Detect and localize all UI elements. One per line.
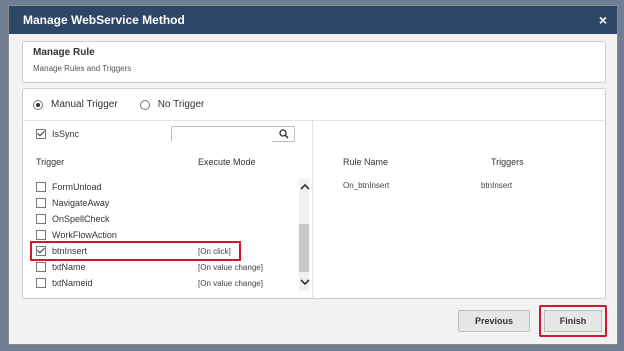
trigger-row-workflowaction[interactable]: WorkFlowAction xyxy=(36,227,298,243)
trigger-list-section: IsSync Trigger Execute Mode FormUnload N… xyxy=(23,121,313,299)
trigger-name: txtName xyxy=(52,262,86,272)
rules-section: Rule Name Triggers On_btnInsert btnInser… xyxy=(314,121,606,299)
radio-unselected-icon xyxy=(139,99,150,110)
rule-name-cell[interactable]: On_btnInsert xyxy=(343,181,389,190)
manage-webservice-dialog: Manage WebService Method × Manage Rule M… xyxy=(8,5,618,345)
trigger-row-onspellcheck[interactable]: OnSpellCheck xyxy=(36,211,298,227)
trigger-row-formunload[interactable]: FormUnload xyxy=(36,179,298,195)
checkbox-icon xyxy=(36,198,46,208)
execute-mode-column-header: Execute Mode xyxy=(198,157,256,167)
checkbox-icon xyxy=(36,262,46,272)
no-trigger-radio[interactable]: No Trigger xyxy=(139,99,205,110)
checkbox-icon xyxy=(36,230,46,240)
trigger-name: FormUnload xyxy=(52,182,102,192)
manual-trigger-radio[interactable]: Manual Trigger xyxy=(33,99,118,110)
trigger-mode-radio-group: Manual Trigger No Trigger xyxy=(33,99,226,110)
trigger-column-header: Trigger xyxy=(36,157,65,167)
search-box xyxy=(171,126,295,145)
checkbox-checked-icon xyxy=(36,129,46,139)
trigger-name: WorkFlowAction xyxy=(52,230,117,240)
chevron-down-icon[interactable] xyxy=(300,277,310,287)
trigger-panel: Manual Trigger No Trigger IsSync Trigger xyxy=(22,88,607,299)
trigger-row-txtname[interactable]: txtName [On value change] xyxy=(36,259,298,275)
radio-selected-icon xyxy=(33,99,43,110)
trigger-row-txtnameid[interactable]: txtNameid [On value change] xyxy=(36,275,298,291)
trigger-name: NavigateAway xyxy=(52,198,110,208)
checkbox-icon xyxy=(36,278,46,288)
trigger-list: FormUnload NavigateAway OnSpellCheck Wor… xyxy=(30,179,298,291)
trigger-name: btnInsert xyxy=(52,246,88,256)
rule-name-column-header: Rule Name xyxy=(343,157,389,167)
checkbox-icon xyxy=(36,182,46,192)
trigger-list-scrollbar[interactable] xyxy=(299,179,310,291)
finish-button[interactable]: Finish xyxy=(544,310,602,332)
manage-rule-panel: Manage Rule Manage Rules and Triggers xyxy=(22,41,606,83)
triggers-column-header: Triggers xyxy=(491,157,524,167)
trigger-row-btninsert[interactable]: btnInsert [On click] xyxy=(30,241,241,261)
issync-checkbox[interactable]: IsSync xyxy=(36,129,79,139)
checkbox-checked-icon xyxy=(36,246,46,256)
manage-rule-subheading: Manage Rules and Triggers xyxy=(33,64,132,73)
search-input[interactable] xyxy=(172,130,272,145)
trigger-mode: [On value change] xyxy=(198,262,263,272)
close-icon[interactable]: × xyxy=(599,12,607,28)
finish-button-highlight[interactable]: Finish xyxy=(539,305,607,337)
trigger-name: txtNameid xyxy=(52,278,93,288)
trigger-name: OnSpellCheck xyxy=(52,214,110,224)
checkbox-icon xyxy=(36,214,46,224)
trigger-mode: [On value change] xyxy=(198,278,263,288)
rule-triggers-cell: btnInsert xyxy=(481,181,513,190)
manual-trigger-label: Manual Trigger xyxy=(51,99,118,110)
no-trigger-label: No Trigger xyxy=(157,99,205,110)
dialog-titlebar: Manage WebService Method × xyxy=(9,6,617,34)
chevron-up-icon[interactable] xyxy=(300,182,310,192)
trigger-mode: [On click] xyxy=(198,246,231,256)
search-icon[interactable] xyxy=(279,129,289,139)
dialog-title: Manage WebService Method xyxy=(23,13,185,27)
previous-button[interactable]: Previous xyxy=(458,310,530,332)
trigger-row-navigateaway[interactable]: NavigateAway xyxy=(36,195,298,211)
issync-label: IsSync xyxy=(52,129,80,139)
manage-rule-heading: Manage Rule xyxy=(33,47,95,58)
scrollbar-thumb[interactable] xyxy=(299,224,309,272)
